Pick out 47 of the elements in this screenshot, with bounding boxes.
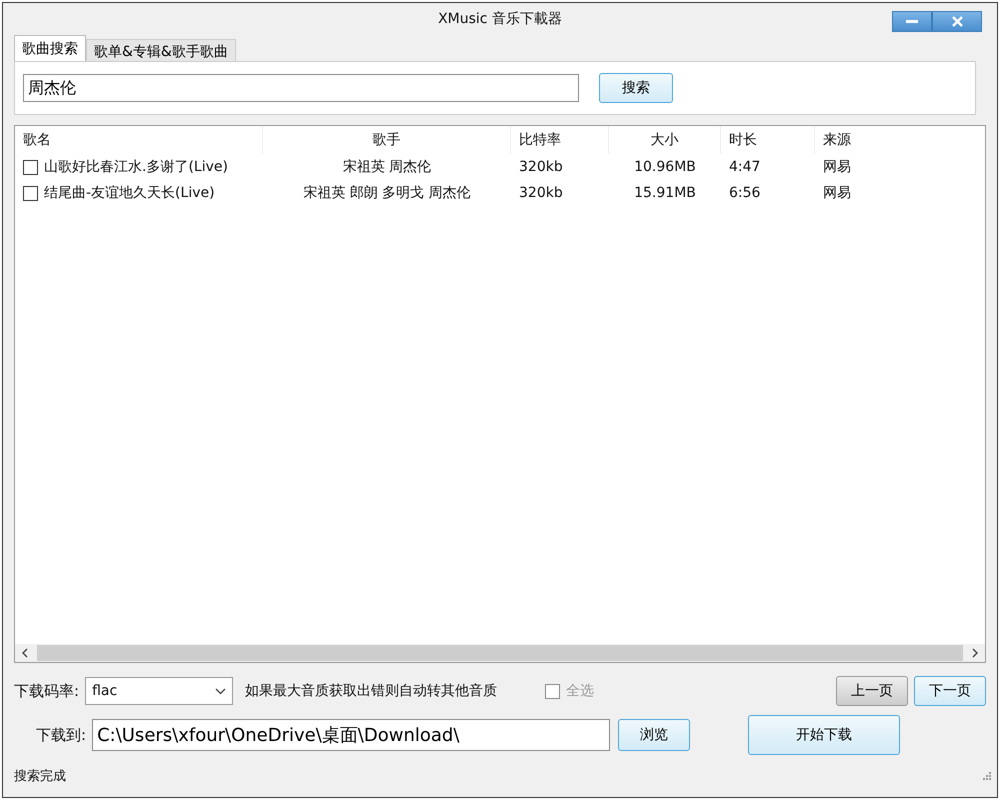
start-download-button[interactable]: 开始下载 xyxy=(748,715,900,755)
table-cell: 宋祖英 周杰伦 xyxy=(342,158,432,176)
status-text: 搜索完成 xyxy=(14,768,66,785)
browse-button[interactable]: 浏览 xyxy=(618,719,690,751)
minimize-button[interactable] xyxy=(892,11,932,32)
scroll-thumb[interactable] xyxy=(37,645,963,661)
checkbox[interactable] xyxy=(23,186,38,200)
table-cell: 网易 xyxy=(823,184,851,202)
table-cell: 320kb xyxy=(519,185,563,201)
window-title: XMusic 音乐下載器 xyxy=(438,10,562,28)
resize-grip-icon[interactable] xyxy=(982,771,992,781)
column-header[interactable]: 来源 xyxy=(815,126,965,154)
table-cell: 15.91MB xyxy=(634,185,696,201)
column-header[interactable]: 大小 xyxy=(609,126,721,154)
scroll-right-icon[interactable] xyxy=(971,648,979,658)
scroll-left-icon[interactable] xyxy=(21,648,29,658)
search-button[interactable]: 搜索 xyxy=(599,73,673,103)
table-cell: 结尾曲-友谊地久天长(Live) xyxy=(44,184,215,202)
close-button[interactable] xyxy=(932,11,982,32)
minimize-icon xyxy=(906,20,918,24)
column-header[interactable]: 时长 xyxy=(721,126,815,154)
table-cell: 宋祖英 郎朗 多明戈 周杰伦 xyxy=(303,184,471,202)
previous-page-button[interactable]: 上一页 xyxy=(836,676,908,706)
table-cell: 网易 xyxy=(823,158,851,176)
column-header[interactable]: 歌手 xyxy=(263,126,511,154)
close-icon xyxy=(952,16,962,27)
horizontal-scrollbar[interactable] xyxy=(15,644,985,662)
checkbox[interactable] xyxy=(23,160,38,174)
table-cell: 10.96MB xyxy=(634,159,696,175)
chevron-down-icon xyxy=(215,688,226,694)
tab[interactable]: 歌单&专辑&歌手歌曲 xyxy=(86,39,236,61)
table-cell: 6:56 xyxy=(729,185,760,201)
column-header[interactable]: 歌名 xyxy=(15,126,263,154)
search-field[interactable]: 周杰伦 xyxy=(23,74,579,102)
column-header[interactable]: 比特率 xyxy=(511,126,609,154)
download-path-field[interactable]: C:\Users\xfour\OneDrive\桌面\Download\ xyxy=(92,719,610,751)
select-all-checkbox[interactable] xyxy=(545,684,560,698)
bitrate-label: 下载码率: xyxy=(14,682,80,700)
bitrate-dropdown[interactable]: flac xyxy=(85,677,234,705)
next-page-button[interactable]: 下一页 xyxy=(914,676,986,706)
download-path-label: 下载到: xyxy=(36,726,86,744)
table-cell: 山歌好比春江水.多谢了(Live) xyxy=(44,158,228,176)
table-cell: 4:47 xyxy=(729,159,760,175)
tab[interactable]: 歌曲搜索 xyxy=(14,35,86,61)
select-all-label: 全选 xyxy=(566,682,594,700)
table-cell: 320kb xyxy=(519,159,563,175)
quality-note: 如果最大音质获取出错则自动转其他音质 xyxy=(245,682,498,700)
